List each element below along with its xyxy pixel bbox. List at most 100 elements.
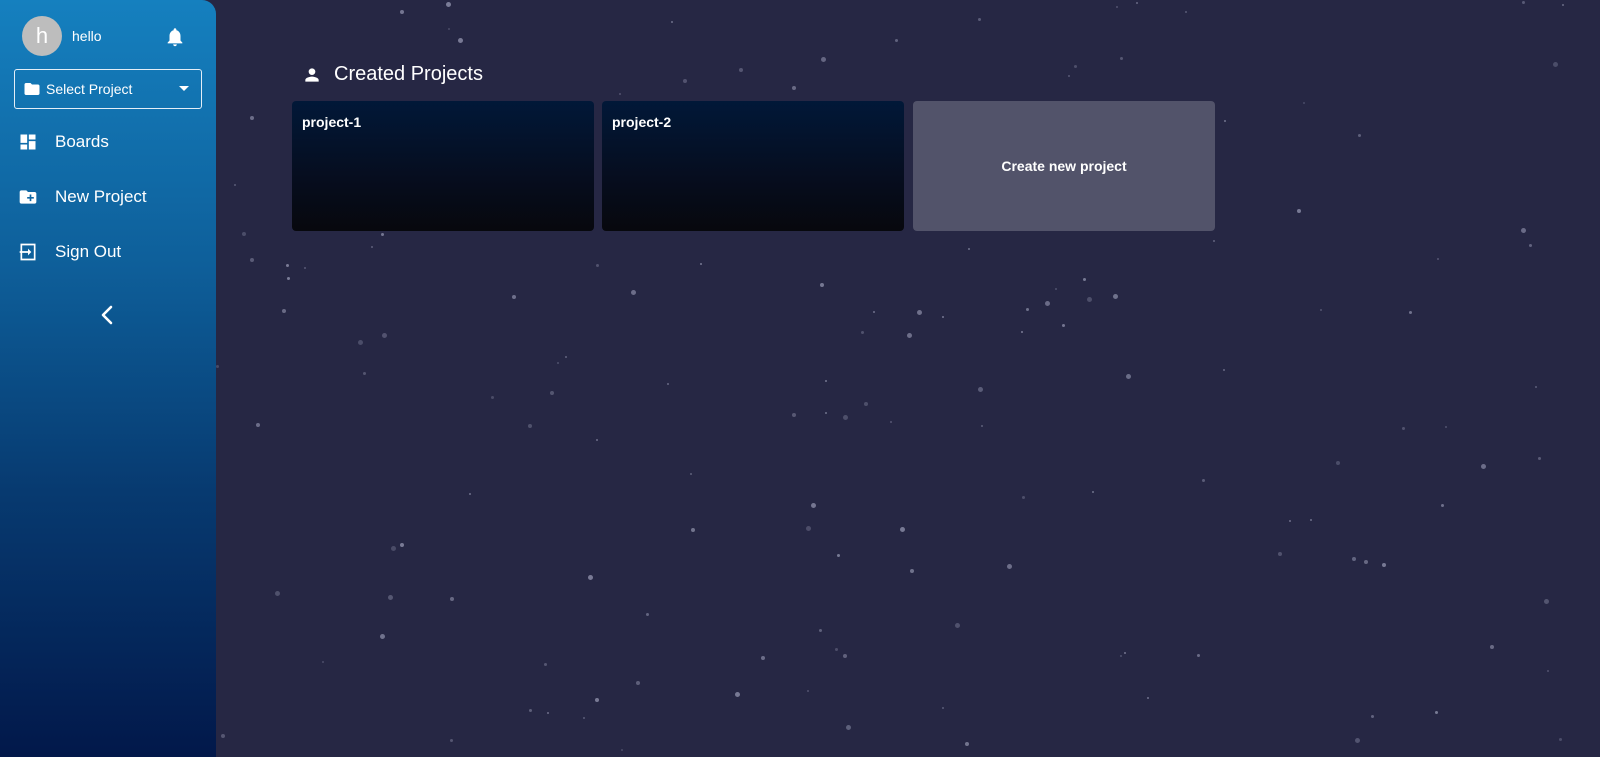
- star: [1196, 654, 1200, 658]
- app-root: h hello Select Project Boards New Projec…: [0, 0, 1600, 757]
- star: [1559, 737, 1563, 741]
- star: [380, 633, 386, 639]
- star: [564, 355, 567, 358]
- page-title: Created Projects: [334, 63, 483, 85]
- star: [1120, 655, 1123, 658]
- sidebar-item-label: New Project: [55, 187, 147, 206]
- avatar[interactable]: h: [22, 16, 62, 56]
- star: [1445, 426, 1448, 429]
- star: [1357, 133, 1361, 137]
- sign-out-icon: [19, 243, 36, 261]
- bell-icon[interactable]: [164, 26, 186, 48]
- star: [1223, 369, 1226, 372]
- star: [1351, 557, 1356, 562]
- star: [1082, 277, 1086, 281]
- star: [846, 725, 852, 731]
- person-icon: [305, 67, 319, 82]
- star: [1123, 652, 1126, 655]
- star: [1355, 738, 1361, 744]
- star: [1115, 5, 1118, 8]
- star: [836, 554, 840, 558]
- dashboard-icon: [20, 134, 36, 150]
- star: [806, 690, 809, 693]
- star: [216, 365, 220, 369]
- star: [1007, 563, 1013, 569]
- star: [917, 310, 923, 316]
- star: [357, 340, 363, 346]
- star: [528, 708, 532, 712]
- star: [249, 115, 254, 120]
- sidebar-item-sign-out[interactable]: Sign Out: [18, 237, 121, 267]
- create-new-project-card[interactable]: Create new project: [913, 101, 1215, 231]
- star: [1490, 645, 1495, 650]
- select-project-dropdown[interactable]: Select Project: [14, 69, 202, 109]
- star: [792, 412, 797, 417]
- star: [1026, 308, 1030, 312]
- star: [1146, 697, 1149, 700]
- sidebar: h hello Select Project Boards New Projec…: [0, 0, 216, 757]
- star: [954, 623, 960, 629]
- star: [683, 78, 688, 83]
- star: [388, 594, 394, 600]
- star: [910, 568, 915, 573]
- star: [1303, 102, 1305, 105]
- star: [965, 742, 970, 747]
- star: [1382, 563, 1387, 568]
- star: [544, 663, 548, 667]
- chevron-left-icon[interactable]: [96, 303, 120, 327]
- star: [1022, 495, 1026, 499]
- star: [1521, 227, 1527, 233]
- star: [304, 266, 307, 269]
- star: [645, 612, 649, 616]
- star: [527, 424, 532, 429]
- section-header: Created Projects: [302, 63, 483, 86]
- star: [380, 232, 384, 236]
- star: [906, 333, 912, 338]
- sidebar-item-new-project[interactable]: New Project: [18, 182, 147, 212]
- star: [690, 472, 693, 475]
- star: [890, 420, 893, 423]
- project-card-1[interactable]: project-1: [292, 101, 594, 231]
- star: [1538, 456, 1542, 460]
- star: [1067, 74, 1070, 77]
- username: hello: [72, 28, 102, 44]
- star: [281, 309, 286, 314]
- sidebar-item-boards[interactable]: Boards: [18, 127, 109, 157]
- project-card-2[interactable]: project-2: [602, 101, 904, 231]
- star: [1277, 552, 1282, 557]
- star: [221, 733, 226, 738]
- chevron-down-icon: [179, 86, 189, 91]
- star: [400, 542, 405, 547]
- star: [370, 246, 373, 249]
- star: [1087, 297, 1093, 303]
- star: [895, 39, 899, 43]
- star: [234, 184, 237, 186]
- sidebar-item-label: Sign Out: [55, 242, 122, 261]
- star: [549, 391, 554, 396]
- star: [861, 330, 865, 334]
- star: [1319, 309, 1322, 312]
- star: [322, 660, 325, 663]
- star: [843, 415, 849, 420]
- star: [825, 379, 828, 382]
- project-card-title: project-2: [612, 114, 672, 130]
- star: [595, 264, 599, 268]
- star: [447, 28, 450, 31]
- project-card-title: project-1: [302, 114, 362, 130]
- star: [399, 9, 404, 14]
- star: [942, 316, 945, 319]
- star: [275, 590, 281, 596]
- star: [977, 386, 983, 392]
- star: [1045, 301, 1051, 307]
- star: [843, 654, 848, 659]
- star: [1535, 385, 1538, 388]
- star: [1544, 599, 1550, 605]
- star: [449, 596, 454, 601]
- star: [595, 439, 598, 442]
- star: [738, 67, 743, 72]
- star: [1136, 2, 1139, 5]
- star: [1481, 464, 1487, 470]
- star: [942, 707, 945, 710]
- star: [1335, 460, 1340, 465]
- star: [699, 262, 702, 265]
